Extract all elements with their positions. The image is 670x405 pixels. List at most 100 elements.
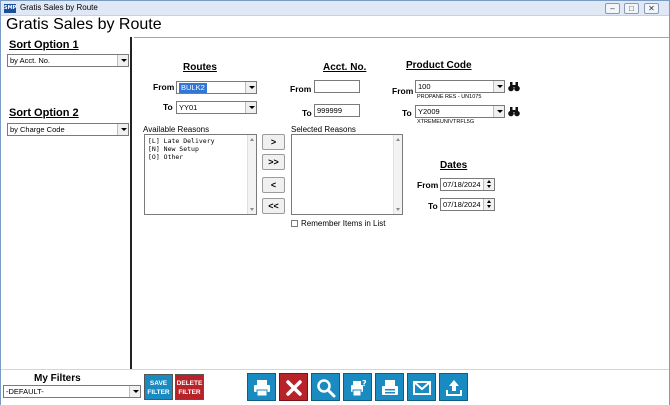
dates-from-input[interactable]: 07/18/2024 xyxy=(440,178,495,191)
acct-from-label: From xyxy=(290,84,312,94)
add-reason-button[interactable]: > xyxy=(262,134,285,150)
dates-to-input[interactable]: 07/18/2024 xyxy=(440,198,495,211)
chevron-down-icon xyxy=(117,124,128,135)
my-filters-label: My Filters xyxy=(34,373,81,384)
acct-heading: Acct. No. xyxy=(323,62,367,73)
my-filters-value: -DEFAULT- xyxy=(6,387,44,396)
product-to-value: Y2009 xyxy=(418,107,440,116)
sort-option-2-select[interactable]: by Charge Code xyxy=(7,123,129,136)
cancel-button[interactable] xyxy=(279,373,308,401)
print-button[interactable] xyxy=(247,373,276,401)
email-button[interactable] xyxy=(407,373,436,401)
minimize-button[interactable]: – xyxy=(605,3,620,14)
chevron-down-icon xyxy=(493,81,504,92)
delete-filter-label-2: FILTER xyxy=(178,389,201,396)
app-logo-icon: SMP xyxy=(4,4,17,13)
available-reasons-label: Available Reasons xyxy=(143,125,210,134)
remove-all-reasons-button[interactable]: << xyxy=(262,198,285,214)
chevron-down-icon xyxy=(493,106,504,117)
print-preview-button[interactable]: ? xyxy=(343,373,372,401)
app-window: SMP Gratis Sales by Route – □ ✕ Gratis S… xyxy=(0,0,670,405)
search-button[interactable] xyxy=(311,373,340,401)
scrollbar[interactable] xyxy=(393,135,402,214)
product-to-select[interactable]: Y2009 xyxy=(415,105,505,118)
dates-to-label: To xyxy=(428,201,438,211)
routes-heading: Routes xyxy=(183,62,217,73)
available-reasons-list[interactable]: [L] Late Delivery [N] New Setup [O] Othe… xyxy=(144,134,257,215)
criteria-panel: Routes From BULK2 To YY01 Acct. No. From… xyxy=(134,37,669,369)
scroll-down-icon xyxy=(250,208,254,211)
dates-from-value: 07/18/2024 xyxy=(443,180,481,189)
list-item[interactable]: [L] Late Delivery xyxy=(145,137,256,145)
scroll-up-icon xyxy=(250,138,254,141)
my-filters-select[interactable]: -DEFAULT- xyxy=(3,385,141,398)
list-item[interactable]: [N] New Setup xyxy=(145,145,256,153)
list-item[interactable]: [O] Other xyxy=(145,153,256,161)
routes-to-value: YY01 xyxy=(179,103,198,112)
close-window-button[interactable]: ✕ xyxy=(644,3,659,14)
remove-reason-button[interactable]: < xyxy=(262,177,285,193)
window-title: Gratis Sales by Route xyxy=(20,3,98,12)
restore-icon: □ xyxy=(629,4,634,13)
save-filter-label-2: FILTER xyxy=(147,389,170,396)
product-to-description: XTREMEUNIVTRFL5G xyxy=(417,119,475,125)
save-filter-button[interactable]: SAVE FILTER xyxy=(144,374,173,400)
print-icon xyxy=(254,380,270,397)
selected-reasons-list[interactable] xyxy=(291,134,403,215)
remember-items-label: Remember Items in List xyxy=(301,219,386,228)
acct-from-input[interactable] xyxy=(314,80,360,93)
chevron-down-icon xyxy=(245,102,256,113)
search-icon xyxy=(317,379,336,398)
product-to-label: To xyxy=(402,108,412,118)
product-from-description: PROPANE RES - UN1075 xyxy=(417,94,482,100)
acct-to-input[interactable]: 999999 xyxy=(314,104,360,117)
sort-option-2-label: Sort Option 2 xyxy=(9,107,79,119)
sort-options-panel: Sort Option 1 by Acct. No. Sort Option 2… xyxy=(2,37,132,369)
routes-from-label: From xyxy=(153,82,175,92)
scrollbar[interactable] xyxy=(247,135,256,214)
restore-button[interactable]: □ xyxy=(624,3,639,14)
add-all-reasons-button[interactable]: >> xyxy=(262,154,285,170)
remember-items-checkbox[interactable] xyxy=(291,220,298,227)
product-from-select[interactable]: 100 xyxy=(415,80,505,93)
email-icon xyxy=(413,381,431,395)
sort-option-1-select[interactable]: by Acct. No. xyxy=(7,54,129,67)
acct-to-label: To xyxy=(302,108,312,118)
delete-filter-label: DELETE xyxy=(176,380,203,387)
fax-button[interactable] xyxy=(375,373,404,401)
minimize-icon: – xyxy=(610,4,615,13)
print-preview-icon: ? xyxy=(351,379,367,397)
title-bar: SMP Gratis Sales by Route – □ ✕ xyxy=(1,1,669,16)
routes-from-select[interactable]: BULK2 xyxy=(176,81,257,94)
dates-from-label: From xyxy=(417,180,439,190)
page-title: Gratis Sales by Route xyxy=(6,16,162,33)
scroll-down-icon xyxy=(396,208,400,211)
sort-option-1-label: Sort Option 1 xyxy=(9,39,79,51)
date-spinner-icon[interactable] xyxy=(483,179,494,190)
product-heading: Product Code xyxy=(406,60,472,71)
selected-reasons-label: Selected Reasons xyxy=(291,125,356,134)
date-spinner-icon[interactable] xyxy=(483,199,494,210)
svg-text:?: ? xyxy=(362,379,367,388)
close-icon: ✕ xyxy=(648,4,655,13)
delete-filter-button[interactable]: DELETE FILTER xyxy=(175,374,204,400)
chevron-down-icon xyxy=(245,82,256,93)
routes-from-value: BULK2 xyxy=(179,83,207,93)
product-from-value: 100 xyxy=(418,82,431,91)
product-from-label: From xyxy=(392,86,414,96)
save-filter-label: SAVE xyxy=(149,380,168,387)
cancel-icon xyxy=(286,380,302,396)
chevron-down-icon xyxy=(129,386,140,397)
binoculars-icon[interactable] xyxy=(508,81,520,92)
sort-option-1-value: by Acct. No. xyxy=(10,56,51,65)
dates-to-value: 07/18/2024 xyxy=(443,200,481,209)
scroll-up-icon xyxy=(396,138,400,141)
binoculars-icon[interactable] xyxy=(508,106,520,117)
export-button[interactable] xyxy=(439,373,468,401)
routes-to-select[interactable]: YY01 xyxy=(176,101,257,114)
fax-icon xyxy=(382,380,398,395)
dates-heading: Dates xyxy=(440,160,468,171)
export-icon xyxy=(446,380,462,396)
sort-option-2-value: by Charge Code xyxy=(10,125,65,134)
routes-to-label: To xyxy=(163,102,173,112)
